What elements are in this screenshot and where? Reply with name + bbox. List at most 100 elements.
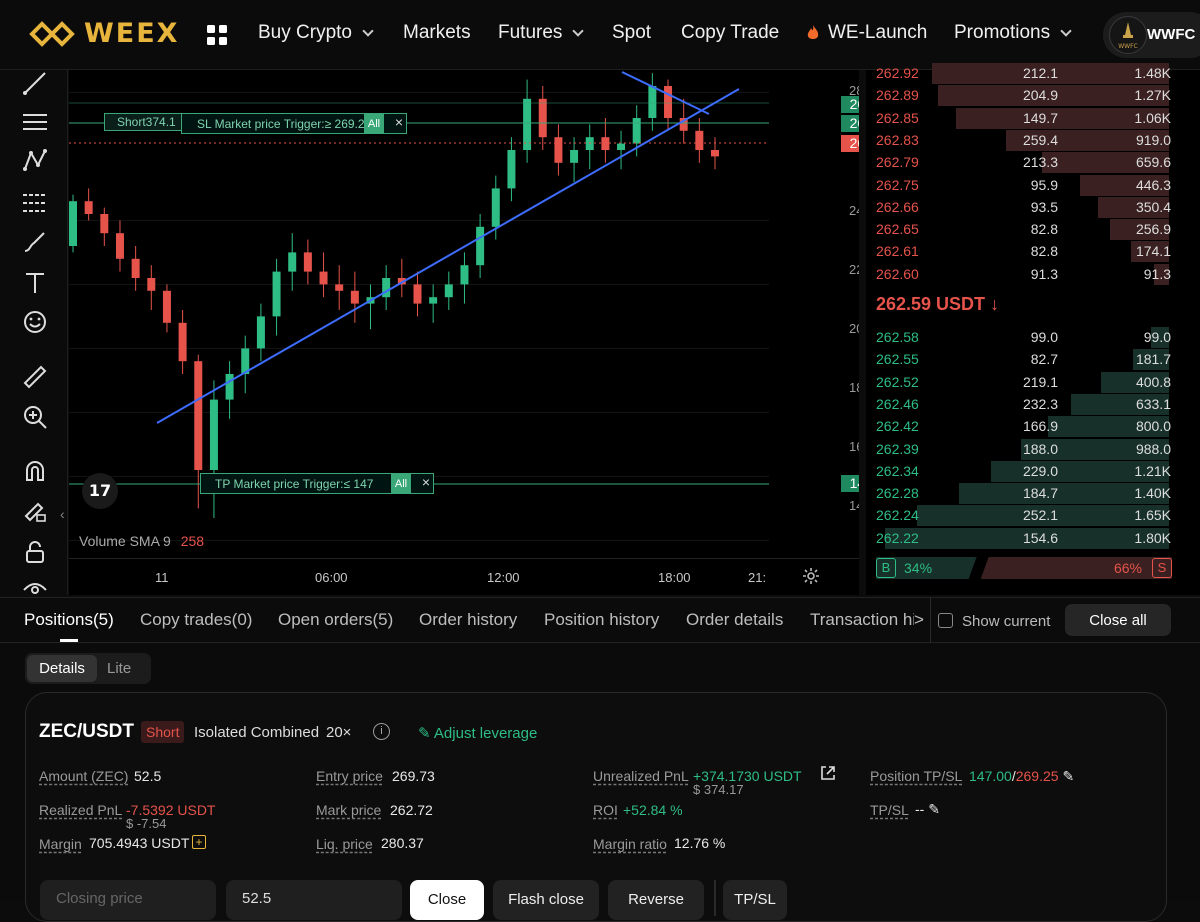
- bid-row[interactable]: 262.24 252.1 1.65K: [866, 504, 1182, 527]
- candle-body: [272, 271, 281, 317]
- candle-body: [711, 150, 719, 157]
- chart-settings-gear-icon[interactable]: [802, 567, 820, 590]
- close-all-button[interactable]: Close all: [1065, 604, 1171, 636]
- bid-row[interactable]: 262.46 232.3 633.1: [866, 393, 1182, 415]
- bid-row[interactable]: 262.34 229.0 1.21K: [866, 460, 1182, 482]
- candle-body: [335, 284, 344, 291]
- volume-indicator[interactable]: Volume SMA 9 258: [79, 533, 204, 549]
- fib-levels-icon[interactable]: [20, 188, 50, 218]
- tab-order-details[interactable]: Order details: [686, 610, 783, 630]
- ask-row[interactable]: 262.83 259.4 919.0: [866, 129, 1182, 151]
- nav-futures[interactable]: Futures: [498, 22, 585, 44]
- bid-row[interactable]: 262.39 188.0 988.0: [866, 438, 1182, 460]
- bid-row[interactable]: 262.52 219.1 400.8: [866, 371, 1182, 393]
- roi-value: +52.84 %: [623, 802, 683, 818]
- chart-canvas[interactable]: [69, 70, 859, 595]
- close-button[interactable]: Close: [410, 880, 484, 920]
- weex-logo[interactable]: WEEX: [28, 18, 180, 49]
- nav-spot-label: Spot: [612, 22, 652, 43]
- ruler-icon[interactable]: [20, 362, 50, 392]
- apps-grid-icon[interactable]: [206, 24, 228, 46]
- candle-body: [350, 290, 359, 304]
- lite-view-button[interactable]: Lite: [107, 660, 131, 677]
- candle-body: [382, 278, 391, 298]
- y-tick: 200.00: [849, 321, 859, 336]
- emoji-icon[interactable]: [20, 307, 50, 337]
- ask-size: 91.3: [1030, 265, 1058, 282]
- tabs-scroll-right-icon[interactable]: >: [914, 610, 924, 630]
- nav-copy-trade-label: Copy Trade: [681, 22, 780, 43]
- ask-row[interactable]: 262.60 91.3 91.3: [866, 263, 1182, 285]
- tab-order-history[interactable]: Order history: [419, 610, 517, 630]
- trend-line-icon[interactable]: [20, 68, 50, 98]
- bid-row[interactable]: 262.58 99.0 99.0: [866, 326, 1182, 348]
- tab-transaction-history[interactable]: Transaction hi: [810, 610, 914, 630]
- price-chart[interactable]: Short374.1 SL Market price Trigger:≥ 269…: [69, 70, 859, 595]
- ask-total: 659.6: [1135, 154, 1171, 171]
- closing-price-input[interactable]: Closing price: [40, 880, 216, 920]
- tab-copy-trades[interactable]: Copy trades(0): [140, 610, 252, 630]
- bid-row[interactable]: 262.22 154.6 1.80K: [866, 527, 1182, 549]
- info-icon[interactable]: i: [373, 723, 390, 740]
- collapse-toolbar-icon[interactable]: ‹: [60, 506, 65, 522]
- bid-row[interactable]: 262.28 184.7 1.40K: [866, 482, 1182, 505]
- brush-icon[interactable]: [20, 227, 50, 257]
- quantity-input[interactable]: 52.5: [226, 880, 402, 920]
- fire-icon: [807, 25, 819, 39]
- ask-size: 149.7: [1022, 109, 1058, 126]
- details-view-button[interactable]: Details: [27, 655, 97, 682]
- ask-row[interactable]: 262.61 82.8 174.1: [866, 240, 1182, 263]
- nav-spot[interactable]: Spot: [612, 22, 651, 44]
- close-icon[interactable]: ×: [422, 474, 430, 490]
- edit-tpsl-icon[interactable]: ✎: [928, 801, 940, 817]
- nav-buy-crypto[interactable]: Buy Crypto: [258, 22, 374, 44]
- lock-drawing-icon[interactable]: [20, 496, 50, 526]
- reverse-button[interactable]: Reverse: [608, 880, 704, 920]
- pattern-icon[interactable]: [20, 146, 50, 176]
- roi-label: ROI: [593, 802, 618, 818]
- tp-order-label[interactable]: TP Market price Trigger:≤ 147 All ×: [200, 473, 434, 494]
- lock-icon[interactable]: [20, 537, 50, 567]
- tp-all-button[interactable]: All: [391, 474, 411, 493]
- tradingview-logo-icon[interactable]: 𝟭𝟳: [82, 473, 118, 509]
- ask-row[interactable]: 262.89 204.9 1.27K: [866, 84, 1182, 107]
- nav-promotions[interactable]: Promotions: [954, 22, 1072, 44]
- ask-row[interactable]: 262.79 213.3 659.6: [866, 151, 1182, 174]
- tab-open-orders[interactable]: Open orders(5): [278, 610, 393, 630]
- eye-icon[interactable]: [20, 570, 50, 600]
- ask-row[interactable]: 262.75 95.9 446.3: [866, 174, 1182, 196]
- text-tool-icon[interactable]: [20, 268, 50, 298]
- flash-close-button[interactable]: Flash close: [493, 880, 599, 920]
- candle-body: [319, 271, 328, 285]
- sl-order-label[interactable]: SL Market price Trigger:≥ 269.25 All ×: [181, 113, 407, 134]
- bid-size: 188.0: [1022, 440, 1058, 457]
- adjust-leverage-link[interactable]: ✎ Adjust leverage: [418, 724, 537, 742]
- tab-position-history[interactable]: Position history: [544, 610, 659, 630]
- candle-body: [585, 137, 594, 150]
- bid-row[interactable]: 262.55 82.7 181.7: [866, 348, 1182, 371]
- bid-row[interactable]: 262.42 166.9 800.0: [866, 415, 1182, 438]
- user-menu[interactable]: WWFC WWFC: [1103, 12, 1200, 58]
- ask-row[interactable]: 262.66 93.5 350.4: [866, 196, 1182, 218]
- edit-tpsl-icon[interactable]: ✎: [1062, 768, 1074, 784]
- nav-we-launch[interactable]: WE-Launch: [806, 22, 927, 44]
- y-tick: 140.00: [849, 498, 859, 513]
- tpsl-button[interactable]: TP/SL: [723, 880, 787, 920]
- close-icon[interactable]: ×: [395, 114, 403, 130]
- add-margin-icon[interactable]: +: [192, 835, 206, 849]
- show-current-checkbox[interactable]: [938, 613, 953, 628]
- ask-row[interactable]: 262.85 149.7 1.06K: [866, 107, 1182, 129]
- share-icon[interactable]: [820, 765, 836, 786]
- horizontal-lines-icon[interactable]: [20, 107, 50, 137]
- arrow-down-icon: ↓: [990, 294, 1000, 314]
- ask-row[interactable]: 262.92 212.1 1.48K: [866, 62, 1182, 84]
- magnet-icon[interactable]: [20, 456, 50, 486]
- tab-positions[interactable]: Positions(5): [24, 610, 114, 630]
- nav-copy-trade[interactable]: Copy Trade: [681, 22, 779, 44]
- zoom-in-icon[interactable]: [20, 402, 50, 432]
- ask-row[interactable]: 262.65 82.8 256.9: [866, 218, 1182, 241]
- bid-total: 633.1: [1135, 395, 1171, 412]
- candle-body: [178, 322, 187, 362]
- nav-markets[interactable]: Markets: [403, 22, 471, 44]
- sl-all-button[interactable]: All: [364, 114, 384, 133]
